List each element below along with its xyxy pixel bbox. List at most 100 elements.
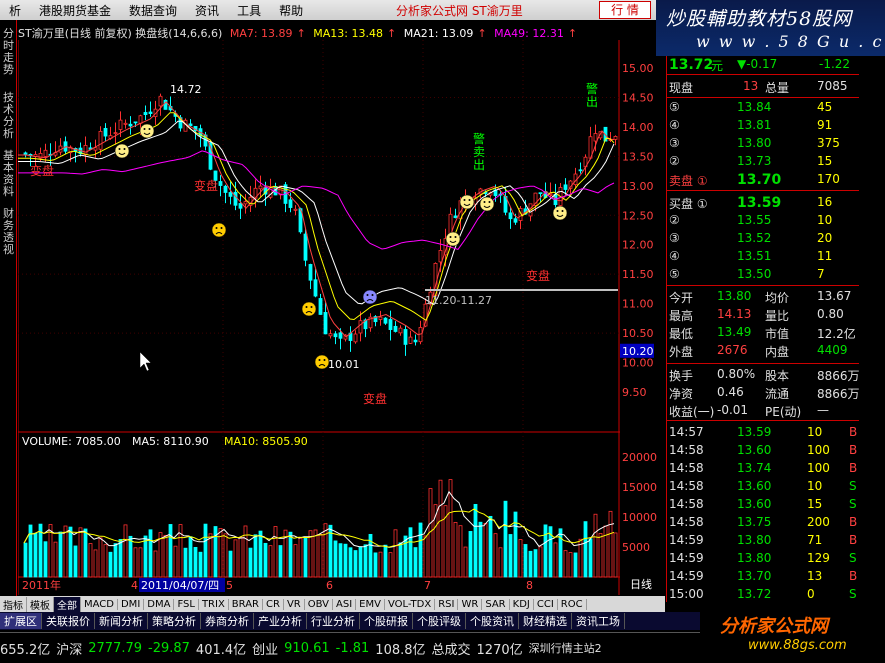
volume-bar [53, 541, 58, 578]
volume-ma10: MA10: 8505.90 [224, 435, 308, 448]
stat-key: 换手 [669, 369, 694, 383]
indicator-tab[interactable]: ASI [333, 598, 357, 610]
function-tab[interactable]: 资讯工场 [572, 613, 625, 629]
sell-row: ② 13.73 15 [667, 153, 859, 170]
range-label: 11.20-11.27 [425, 294, 492, 307]
volume-bar [603, 525, 608, 578]
sell-level: 卖盘 ① [669, 174, 708, 188]
status-total-label: 总成交 [431, 642, 471, 658]
function-tab[interactable]: 关联报价 [42, 613, 95, 629]
indicator-tab[interactable]: KDJ [510, 598, 534, 610]
menu-item-help[interactable]: 帮助 [270, 2, 312, 19]
indicator-tab[interactable]: BRAR [229, 598, 263, 610]
volume-bar [468, 531, 473, 578]
banner-ad[interactable]: 炒股輔助教材58股网 w w w . 5 8 G u . c o m [656, 0, 885, 70]
buy-volume: 10 [817, 213, 833, 227]
indicator-tab[interactable]: EMV [356, 598, 385, 610]
indicator-tab[interactable]: VOL-TDX [385, 598, 436, 610]
stat-value: 2676 [717, 343, 748, 357]
indicator-tab[interactable]: FSL [174, 598, 199, 610]
volume-bar [28, 524, 33, 578]
period-label[interactable]: 日线 [630, 577, 652, 591]
function-tab[interactable]: 券商分析 [201, 613, 254, 629]
bianpan-marker-2: 变盘 [194, 178, 218, 193]
candle-body [563, 184, 568, 190]
volume-bar [148, 529, 153, 578]
volume-bar [463, 546, 468, 578]
indicator-tab[interactable]: MACD [81, 598, 118, 610]
tab-financials[interactable]: 财务透视 [1, 208, 16, 256]
site-link[interactable]: 分析家公式网 ST渝万里 [396, 2, 523, 19]
volume-bar [98, 537, 103, 578]
indicator-tab[interactable]: VR [284, 598, 305, 610]
indicator-tab[interactable]: DMI [118, 598, 145, 610]
quote-button[interactable]: 行 情 [599, 1, 651, 19]
menu-item-data-query[interactable]: 数据查询 [120, 2, 186, 19]
volume-bar [508, 534, 513, 578]
candle-body [238, 203, 243, 209]
candle-body [43, 149, 48, 157]
volume-bar [168, 524, 173, 578]
function-tab[interactable]: 个股资讯 [466, 613, 519, 629]
volume-bar [413, 547, 418, 578]
buy-row: ② 13.55 10 [667, 212, 859, 229]
tab-technical[interactable]: 技术分析 [1, 92, 16, 140]
menu-item-news[interactable]: 资讯 [186, 2, 228, 19]
volume-bar [193, 546, 198, 578]
jing-mai-chu-marker: 警 [473, 131, 485, 146]
candle-body [338, 332, 343, 339]
volume-tick-label: 20000 [622, 451, 657, 464]
indicator-tab[interactable]: 指标 [0, 596, 27, 612]
volume-bar [233, 539, 238, 578]
volume-bar [318, 534, 323, 578]
buy-level: ④ [669, 249, 680, 263]
function-tab[interactable]: 新闻分析 [95, 613, 148, 629]
indicator-tab[interactable]: WR [458, 598, 483, 610]
smiley-icon [552, 205, 568, 221]
volume-bar [203, 523, 208, 578]
tick-direction: B [849, 533, 858, 547]
indicator-tab[interactable]: DMA [144, 598, 175, 610]
volume-tick-label: 10000 [622, 511, 657, 524]
sell-row: ③ 13.80 375 [667, 135, 859, 152]
function-tab[interactable]: 行业分析 [307, 613, 360, 629]
tab-intraday[interactable]: 分时走势 [1, 28, 16, 76]
function-tab[interactable]: 策略分析 [148, 613, 201, 629]
function-tab[interactable]: 扩展区 [0, 613, 42, 629]
volume-bar [498, 547, 503, 578]
function-tab[interactable]: 财经精选 [519, 613, 572, 629]
tab-fundamentals[interactable]: 基本资料 [1, 150, 16, 198]
volume-bar [338, 543, 343, 578]
stat-key: 外盘 [669, 345, 694, 359]
price-volume-chart[interactable]: 14.7210.0111.20-11.27变盘变盘变盘变盘警卖出警出 VOLUM… [18, 40, 620, 595]
stat-value: 8866万 [817, 387, 860, 401]
indicator-tab[interactable]: OBV [305, 598, 333, 610]
tick-row: 14:59 13.70 13 B [667, 568, 859, 585]
indicator-tab[interactable]: CCI [534, 598, 558, 610]
function-tab[interactable]: 个股评级 [413, 613, 466, 629]
indicator-tab[interactable]: 全部 [54, 596, 81, 612]
buy-row: 买盘 ① 13.59 16 [667, 194, 859, 211]
status-station[interactable]: 深圳行情主站2 [529, 640, 602, 656]
volume-bar [78, 527, 83, 578]
indicator-tab[interactable]: RSI [435, 598, 459, 610]
function-tab[interactable]: 产业分析 [254, 613, 307, 629]
indicator-tab[interactable]: ROC [558, 598, 587, 610]
menu-item-analysis[interactable]: 析 [0, 2, 30, 19]
candle-body [508, 212, 513, 220]
function-tab[interactable]: 个股研报 [360, 613, 413, 629]
indicator-tab[interactable]: TRIX [199, 598, 229, 610]
menu-item-tools[interactable]: 工具 [228, 2, 270, 19]
volume-bar [488, 515, 493, 578]
price-tick-label: 14.50 [622, 91, 654, 104]
menu-item-hk-futures[interactable]: 港股期货基金 [30, 2, 120, 19]
low-price-label: 10.01 [328, 358, 360, 371]
app-window: { "menu": { "items": ["析", "港股期货基金", "数据… [0, 0, 885, 663]
tick-direction: B [849, 443, 858, 457]
volume-bar [528, 550, 533, 578]
tick-direction: S [849, 497, 857, 511]
indicator-tab[interactable]: 模板 [27, 596, 54, 612]
indicator-tab[interactable]: CR [263, 598, 284, 610]
indicator-tab[interactable]: SAR [482, 598, 510, 610]
price-change-pct: -1.22 [819, 57, 851, 71]
